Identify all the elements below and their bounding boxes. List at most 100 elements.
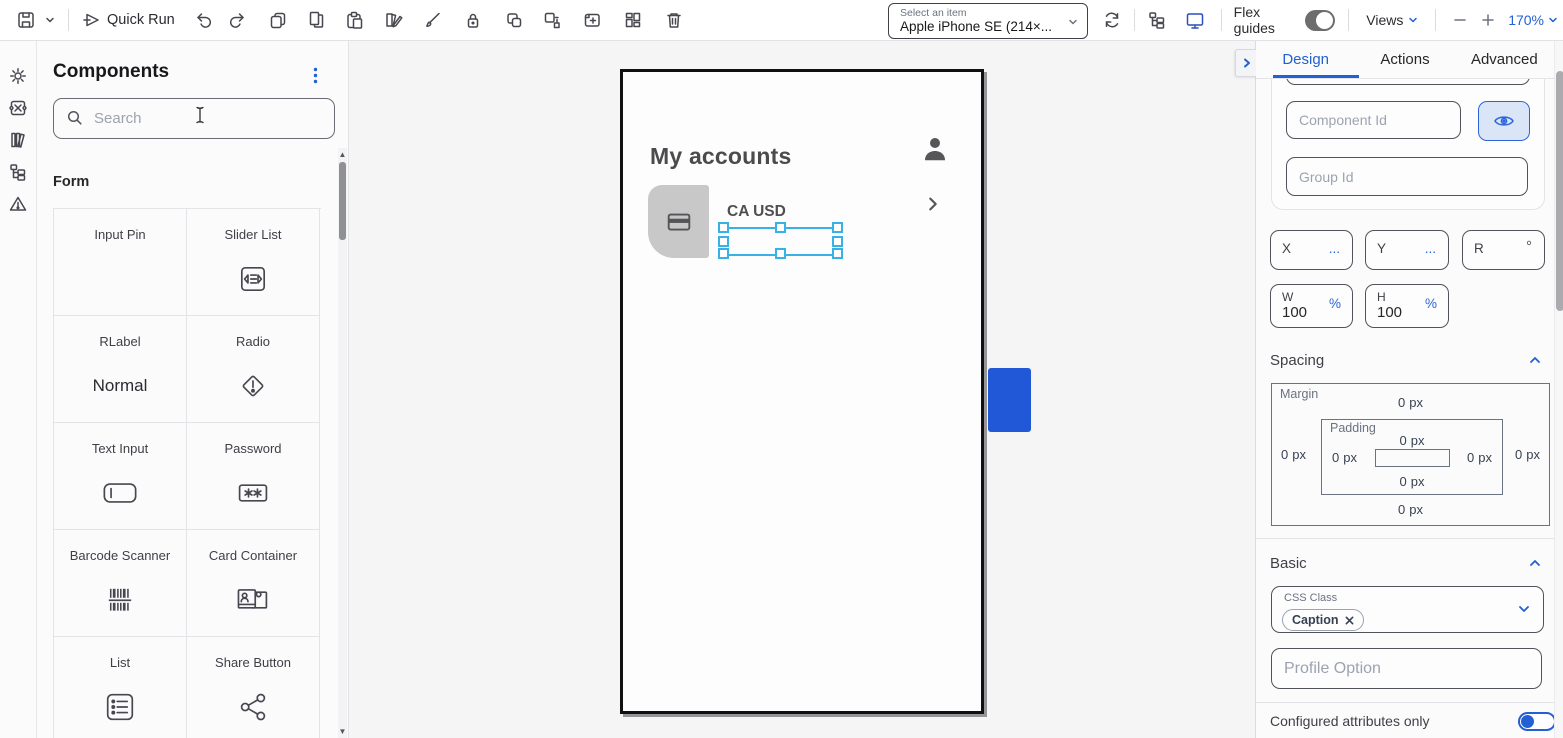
settings-rail-button[interactable] [8,66,28,86]
spacing-collapse-button[interactable] [1528,354,1542,366]
css-class-chip[interactable]: Caption [1282,609,1364,631]
tile-radio[interactable]: Radio [187,316,320,423]
scrollbar-thumb[interactable] [339,162,346,240]
selection-handle[interactable] [775,222,786,233]
hierarchy-rail-button[interactable] [8,162,28,182]
selection-handle[interactable] [832,222,843,233]
layout-button[interactable] [619,5,647,35]
save-button[interactable] [12,5,40,35]
css-class-select[interactable]: CSS Class Caption [1271,586,1544,633]
tile-rlabel[interactable]: RLabel Normal [54,316,187,423]
group-id-input[interactable] [1286,157,1528,196]
selection-handle[interactable] [832,236,843,247]
ungroup-button[interactable] [538,5,566,35]
scroll-up-arrow[interactable]: ▲ [338,150,347,159]
phone-frame[interactable]: My accounts CA USD [620,69,984,714]
device-selector[interactable]: Select an item Apple iPhone SE (214×... [888,3,1088,39]
flex-guides-toggle[interactable] [1305,10,1336,31]
tab-advanced[interactable]: Advanced [1455,41,1554,78]
margin-right-value[interactable]: 0px [1515,447,1540,462]
layout-grid-icon [623,10,643,30]
selection-handle[interactable] [718,236,729,247]
rotation-field[interactable]: R ° [1462,230,1545,270]
divider [1256,702,1554,703]
tile-share-button[interactable]: Share Button [187,637,320,738]
padding-bottom-value[interactable]: 0px [1322,474,1502,489]
visibility-button[interactable] [1478,101,1530,141]
tile-slider-list[interactable]: Slider List [187,209,320,316]
zoom-in-button[interactable] [1476,5,1500,35]
margin-left-value[interactable]: 0px [1281,447,1306,462]
preview-button[interactable] [1181,5,1209,35]
selection-handle[interactable] [718,222,729,233]
margin-top-value[interactable]: 0px [1272,395,1549,410]
scrollbar-thumb[interactable] [1556,71,1563,311]
tile-label: RLabel [99,334,140,349]
panel-collapse-button[interactable] [1235,49,1258,77]
panel-menu-button[interactable] [313,67,318,84]
zoom-out-button[interactable] [1448,5,1472,35]
components-rail-button[interactable] [8,98,28,118]
theme-button[interactable] [379,5,407,35]
scroll-down-arrow[interactable]: ▼ [338,727,347,736]
profile-person-icon[interactable] [920,134,950,164]
tile-input-pin[interactable]: Input Pin [54,209,187,316]
undo-button[interactable] [190,5,218,35]
selection-handle[interactable] [832,248,843,259]
padding-top-value[interactable]: 0px [1322,433,1502,448]
padding-left-value[interactable]: 0px [1332,450,1357,465]
paste-button[interactable] [340,5,368,35]
card-container-icon [234,581,272,619]
canvas-blue-block[interactable] [988,368,1031,432]
x-position-field[interactable]: X ... [1270,230,1353,270]
tile-card-container[interactable]: Card Container [187,530,320,637]
inspector-scrollbar[interactable] [1554,41,1563,738]
tile-list[interactable]: List [54,637,187,738]
selection-handle[interactable] [775,248,786,259]
y-position-field[interactable]: Y ... [1365,230,1449,270]
toolbar-divider [68,9,69,31]
padding-right-value[interactable]: 0px [1467,450,1492,465]
basic-collapse-button[interactable] [1528,557,1542,569]
content-box [1375,449,1450,467]
library-rail-button[interactable] [8,130,28,150]
refresh-button[interactable] [1098,5,1126,35]
tile-barcode-scanner[interactable]: Barcode Scanner [54,530,187,637]
group-button[interactable] [500,5,528,35]
tree-view-button[interactable] [1143,5,1171,35]
width-field[interactable]: W 100 % [1270,284,1353,328]
save-menu-chevron[interactable] [40,5,60,35]
duplicate-button[interactable] [302,5,330,35]
brush-button[interactable] [418,5,446,35]
redo-button[interactable] [223,5,251,35]
margin-bottom-value[interactable]: 0px [1272,502,1549,517]
chip-remove-icon[interactable] [1345,616,1354,625]
tab-design[interactable]: Design [1256,41,1355,78]
account-label[interactable]: CA USD [727,203,786,221]
divider [1256,78,1554,79]
design-canvas[interactable]: My accounts CA USD [349,41,1255,738]
screen-title[interactable]: My accounts [650,143,792,170]
quick-run-button[interactable]: Quick Run [77,5,179,35]
height-field[interactable]: H 100 % [1365,284,1449,328]
copy-button[interactable] [264,5,292,35]
delete-button[interactable] [660,5,688,35]
component-id-input[interactable] [1286,101,1461,139]
panel-scrollbar[interactable]: ▲ ▼ [338,148,347,738]
toggle-knob [1316,12,1333,29]
selection-handle[interactable] [718,248,729,259]
component-tile-grid: Input Pin Slider List RLabel Normal Radi… [53,208,321,738]
lock-button[interactable] [459,5,487,35]
zoom-level-dropdown[interactable]: 170% [1504,5,1563,35]
warnings-rail-button[interactable] [8,194,28,214]
tile-password[interactable]: Password [187,423,320,530]
tile-text-input[interactable]: Text Input [54,423,187,530]
tab-actions[interactable]: Actions [1355,41,1454,78]
add-frame-button[interactable] [578,5,606,35]
selected-element-overlay[interactable] [723,227,838,256]
chevron-right-icon[interactable] [924,195,942,213]
views-dropdown[interactable]: Views [1362,5,1423,35]
profile-option-input[interactable] [1271,648,1542,689]
configured-attributes-toggle[interactable] [1518,712,1556,731]
account-card-tile[interactable] [648,185,709,258]
